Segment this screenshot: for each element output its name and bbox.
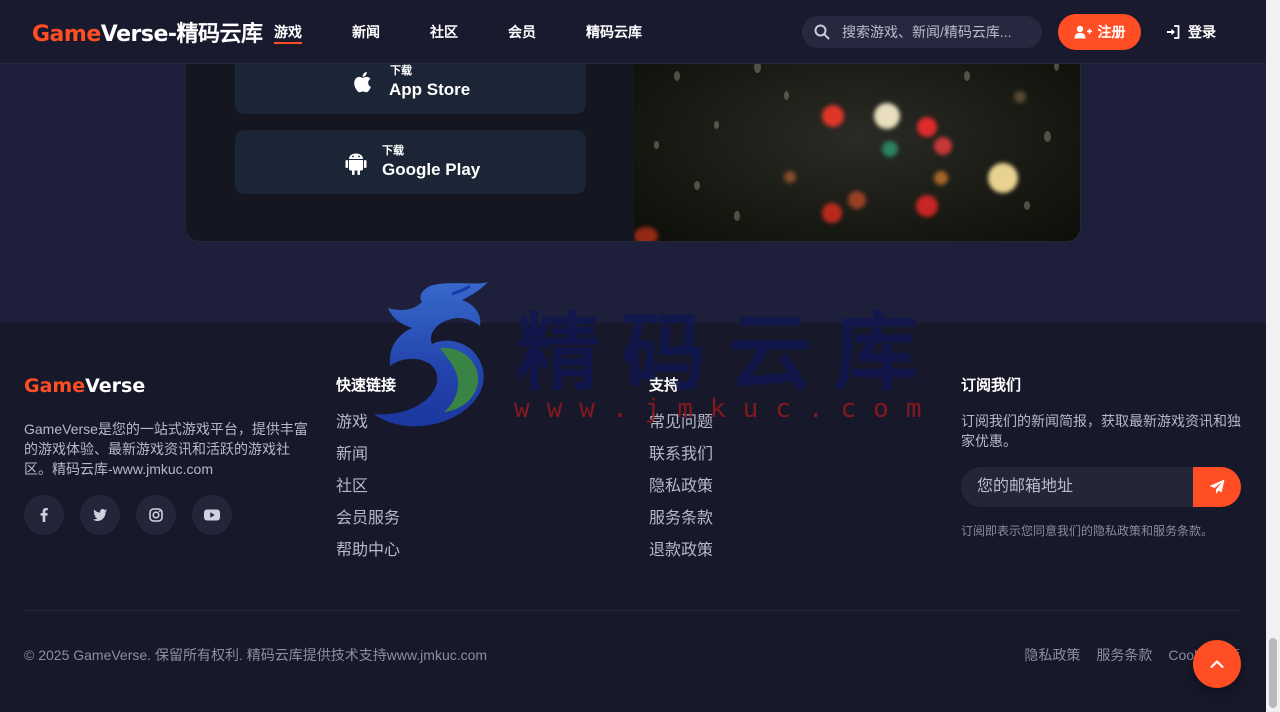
google-play-big-label: Google Play [382, 160, 481, 179]
subscribe-button[interactable] [1193, 467, 1241, 507]
nav-item-jmkuc[interactable]: 精码云库 [586, 0, 642, 64]
nav-item-community[interactable]: 社区 [430, 0, 458, 64]
quick-link-games[interactable]: 游戏 [336, 413, 400, 445]
subscribe-description: 订阅我们的新闻简报，获取最新游戏资讯和独家优惠。 [961, 413, 1241, 449]
sign-in-icon [1167, 25, 1180, 39]
search-box [802, 16, 1042, 48]
app-store-big-label: App Store [389, 80, 471, 99]
quick-link-community[interactable]: 社区 [336, 477, 400, 509]
quick-link-news[interactable]: 新闻 [336, 445, 400, 477]
support-links-list: 常见问题 联系我们 隐私政策 服务条款 退款政策 [649, 413, 713, 573]
support-link-contact[interactable]: 联系我们 [649, 445, 713, 477]
twitter-icon [93, 509, 107, 521]
support-link-refund[interactable]: 退款政策 [649, 541, 713, 573]
instagram-button[interactable] [136, 495, 176, 535]
login-button[interactable]: 登录 [1166, 14, 1216, 50]
social-links [24, 495, 232, 535]
google-play-small-label: 下载 [382, 145, 404, 157]
youtube-button[interactable] [192, 495, 232, 535]
subscribe-note: 订阅即表示您同意我们的隐私政策和服务条款。 [961, 524, 1214, 538]
paper-plane-icon [1209, 479, 1225, 494]
scrollbar-thumb[interactable] [1269, 638, 1277, 708]
app-store-small-label: 下载 [390, 65, 412, 77]
site-logo[interactable]: GameVerse-精码云库 [32, 16, 263, 48]
logo-accent: Game [32, 22, 101, 47]
nav-item-membership[interactable]: 会员 [508, 0, 536, 64]
footer-logo-accent: Game [24, 375, 86, 397]
top-header: GameVerse-精码云库 游戏 新闻 社区 会员 精码云库 注册 登录 [0, 0, 1266, 64]
quick-links-title: 快速链接 [336, 377, 397, 394]
footer-logo[interactable]: GameVerse [24, 375, 145, 397]
page-scrollbar[interactable] [1266, 0, 1280, 712]
logo-rest: Verse-精码云库 [100, 22, 263, 47]
facebook-button[interactable] [24, 495, 64, 535]
legal-link-terms[interactable]: 服务条款 [1096, 645, 1152, 665]
user-plus-icon [1074, 25, 1092, 39]
quick-links-list: 游戏 新闻 社区 会员服务 帮助中心 [336, 413, 400, 573]
apple-icon [354, 71, 371, 93]
support-title: 支持 [649, 377, 680, 394]
footer-divider [24, 610, 1240, 611]
quick-link-membership[interactable]: 会员服务 [336, 509, 400, 541]
android-icon [345, 153, 367, 175]
nav-item-games[interactable]: 游戏 [274, 0, 302, 64]
legal-link-privacy[interactable]: 隐私政策 [1024, 645, 1080, 665]
copyright-text: © 2025 GameVerse. 保留所有权利. 精码云库提供技术支持www.… [24, 647, 488, 663]
site-footer: GameVerse GameVerse是您的一站式游戏平台，提供丰富的游戏体验、… [0, 323, 1266, 712]
login-label: 登录 [1188, 24, 1216, 40]
search-icon [814, 24, 830, 40]
nav-item-news[interactable]: 新闻 [352, 0, 380, 64]
youtube-icon [204, 509, 220, 521]
support-link-faq[interactable]: 常见问题 [649, 413, 713, 445]
quick-link-help[interactable]: 帮助中心 [336, 541, 400, 573]
chevron-up-icon [1210, 660, 1224, 669]
email-input[interactable] [961, 467, 1193, 507]
support-link-privacy[interactable]: 隐私政策 [649, 477, 713, 509]
register-label: 注册 [1097, 24, 1126, 40]
google-play-button[interactable]: 下载 Google Play [235, 130, 586, 194]
subscribe-title: 订阅我们 [961, 377, 1022, 394]
search-input[interactable] [842, 16, 1032, 48]
register-button[interactable]: 注册 [1058, 14, 1141, 50]
main-nav: 游戏 新闻 社区 会员 精码云库 [274, 0, 692, 64]
subscribe-form [961, 467, 1241, 507]
instagram-icon [149, 508, 163, 522]
support-link-terms[interactable]: 服务条款 [649, 509, 713, 541]
back-to-top-button[interactable] [1193, 640, 1241, 688]
facebook-icon [40, 508, 48, 522]
footer-description: GameVerse是您的一站式游戏平台，提供丰富的游戏体验、最新游戏资讯和活跃的… [24, 421, 308, 477]
twitter-button[interactable] [80, 495, 120, 535]
footer-logo-rest: Verse [85, 375, 146, 397]
